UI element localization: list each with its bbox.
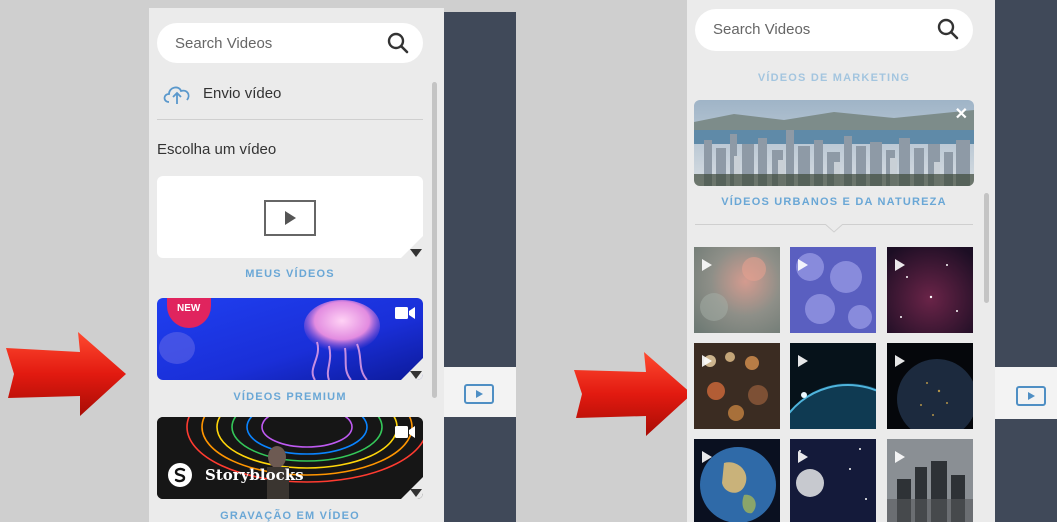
my-videos-caption[interactable]: MEUS VÍDEOS bbox=[157, 268, 423, 280]
play-icon bbox=[702, 355, 712, 367]
dark-sidebar bbox=[444, 417, 516, 522]
video-panel-left: Search Videos Envio vídeo Escolha um víd… bbox=[149, 8, 444, 522]
play-icon bbox=[702, 451, 712, 463]
dark-sidebar bbox=[444, 12, 516, 367]
urban-nature-banner[interactable]: ✕ bbox=[694, 100, 974, 186]
video-thumbnail[interactable] bbox=[694, 439, 780, 522]
red-arrow-icon bbox=[6, 332, 126, 416]
divider bbox=[157, 119, 423, 120]
cloud-upload-icon bbox=[163, 86, 190, 104]
video-thumbnail[interactable] bbox=[790, 439, 876, 522]
dark-sidebar bbox=[995, 0, 1057, 367]
video-thumbnail[interactable] bbox=[790, 343, 876, 429]
video-thumbnail[interactable] bbox=[887, 247, 973, 333]
search-input[interactable]: Search Videos bbox=[157, 23, 423, 63]
video-camera-icon bbox=[395, 426, 415, 438]
premium-videos-caption[interactable]: VÍDEOS PREMIUM bbox=[157, 391, 423, 403]
my-videos-card[interactable] bbox=[157, 176, 423, 258]
play-icon bbox=[895, 259, 905, 271]
video-recording-caption[interactable]: GRAVAÇÃO EM VÍDEO bbox=[157, 510, 423, 522]
storyblocks-label: Storyblocks bbox=[205, 466, 304, 484]
new-badge-label: NEW bbox=[177, 303, 201, 314]
video-thumbnail[interactable] bbox=[790, 247, 876, 333]
upload-label: Envio vídeo bbox=[203, 85, 282, 102]
search-placeholder: Search Videos bbox=[713, 21, 811, 38]
caret-up-icon bbox=[825, 224, 843, 233]
play-icon bbox=[798, 259, 808, 271]
play-icon bbox=[895, 451, 905, 463]
marketing-videos-caption[interactable]: VÍDEOS DE MARKETING bbox=[695, 72, 973, 84]
video-camera-icon bbox=[395, 307, 415, 319]
play-icon bbox=[264, 200, 316, 236]
scrollbar[interactable] bbox=[984, 193, 989, 303]
video-toolbar-icon[interactable] bbox=[464, 384, 494, 404]
search-placeholder: Search Videos bbox=[175, 35, 273, 52]
video-thumbnail[interactable] bbox=[887, 343, 973, 429]
search-input[interactable]: Search Videos bbox=[695, 9, 973, 51]
city-skyline-image bbox=[694, 100, 974, 186]
red-arrow-icon bbox=[574, 352, 692, 436]
premium-videos-card[interactable]: NEW bbox=[157, 298, 423, 380]
play-icon bbox=[702, 259, 712, 271]
scrollbar[interactable] bbox=[432, 82, 437, 398]
video-toolbar-icon[interactable] bbox=[1016, 386, 1046, 406]
upload-video-button[interactable]: Envio vídeo bbox=[161, 80, 321, 108]
close-icon[interactable]: ✕ bbox=[955, 104, 968, 124]
magnifier-icon[interactable] bbox=[937, 18, 959, 40]
chevron-down-icon[interactable] bbox=[410, 249, 422, 257]
video-thumbnail[interactable] bbox=[694, 247, 780, 333]
video-recording-card[interactable]: Storyblocks bbox=[157, 417, 423, 499]
play-icon bbox=[798, 451, 808, 463]
chevron-down-icon[interactable] bbox=[410, 489, 422, 497]
chevron-down-icon[interactable] bbox=[410, 371, 422, 379]
rainbow-rings-image bbox=[157, 417, 423, 499]
magnifier-icon[interactable] bbox=[387, 32, 409, 54]
storyblocks-logo-icon bbox=[168, 463, 192, 487]
video-panel-right: Search Videos VÍDEOS DE MARKETING ✕ VÍDE… bbox=[687, 0, 995, 522]
urban-nature-caption[interactable]: VÍDEOS URBANOS E DA NATUREZA bbox=[695, 196, 973, 208]
play-icon bbox=[895, 355, 905, 367]
dark-sidebar bbox=[995, 419, 1057, 522]
video-thumbnail[interactable] bbox=[887, 439, 973, 522]
video-thumbnail[interactable] bbox=[694, 343, 780, 429]
choose-video-label: Escolha um vídeo bbox=[157, 141, 277, 158]
play-icon bbox=[798, 355, 808, 367]
